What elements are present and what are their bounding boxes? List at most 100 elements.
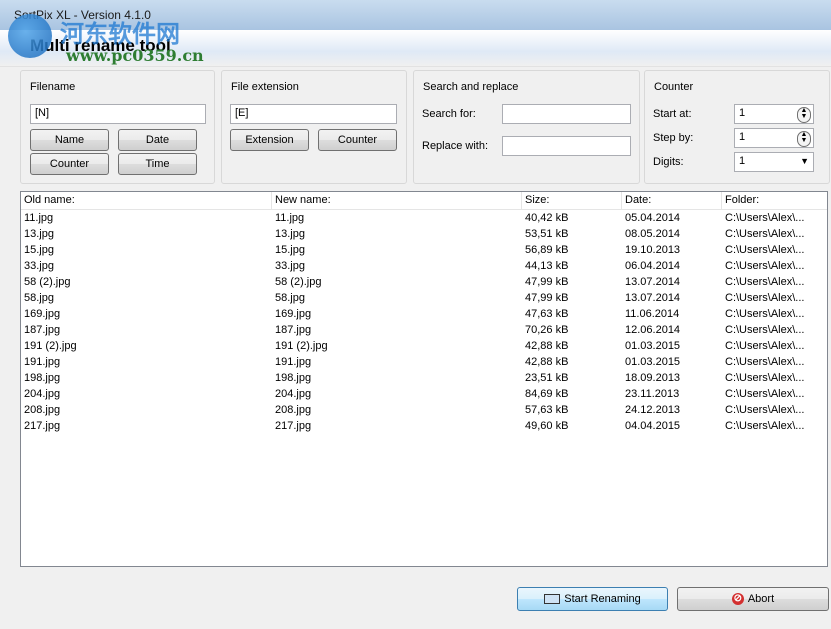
table-row[interactable]: 58.jpg 58.jpg 47,99 kB 13.07.2014 C:\Users\A… bbox=[21, 290, 827, 306]
folder-cell: C:\Users\Alex\... bbox=[725, 276, 805, 288]
new-name-cell: 58 (2).jpg bbox=[275, 276, 322, 288]
table-row[interactable]: 187.jpg 187.jpg 70,26 kB 12.06.2014 C:\Users… bbox=[21, 322, 827, 338]
new-name-cell: 204.jpg bbox=[275, 388, 312, 400]
list-rows: 11.jpg 11.jpg 40,42 kB 05.04.2014 C:\Users\A… bbox=[21, 210, 827, 434]
folder-cell: C:\Users\Alex\... bbox=[725, 212, 805, 224]
table-row[interactable]: 217.jpg 217.jpg 49,60 kB 04.04.2015 C:\Users… bbox=[21, 418, 827, 434]
digits-label: Digits: bbox=[653, 156, 684, 168]
start-renaming-label: Start Renaming bbox=[564, 593, 641, 605]
size-cell: 47,63 kB bbox=[525, 308, 569, 320]
table-row[interactable]: 169.jpg 169.jpg 47,63 kB 11.06.2014 C:\Users… bbox=[21, 306, 827, 322]
new-name-cell: 15.jpg bbox=[275, 244, 305, 256]
new-name-cell: 208.jpg bbox=[275, 404, 312, 416]
table-row[interactable]: 198.jpg 198.jpg 23,51 kB 18.09.2013 C:\Users… bbox=[21, 370, 827, 386]
old-name-cell: 204.jpg bbox=[24, 388, 61, 400]
column-header-new-name[interactable]: New name: bbox=[272, 192, 522, 209]
start-at-spinner[interactable]: 1 ▲ ▼ bbox=[734, 104, 814, 124]
date-cell: 08.05.2014 bbox=[625, 228, 681, 240]
filename-pattern-input[interactable]: [N] bbox=[30, 104, 206, 124]
folder-cell: C:\Users\Alex\... bbox=[725, 228, 805, 240]
date-cell: 01.03.2015 bbox=[625, 356, 681, 368]
date-cell: 24.12.2013 bbox=[625, 404, 681, 416]
search-replace-title: Search and replace bbox=[423, 81, 519, 93]
start-at-label: Start at: bbox=[653, 108, 692, 120]
date-cell: 13.07.2014 bbox=[625, 292, 681, 304]
file-list[interactable]: Old name: New name: Size: Date: Folder: … bbox=[20, 191, 828, 567]
spinner-updown-icon[interactable]: ▲ ▼ bbox=[797, 131, 811, 147]
spinner-updown-icon[interactable]: ▲ ▼ bbox=[797, 107, 811, 123]
filename-group: Filename [N] Name Date Counter Time bbox=[20, 70, 215, 184]
table-row[interactable]: 208.jpg 208.jpg 57,63 kB 24.12.2013 C:\Users… bbox=[21, 402, 827, 418]
column-header-old-name[interactable]: Old name: bbox=[21, 192, 272, 209]
watermark-text: 河东软件网 bbox=[60, 20, 180, 48]
search-for-label: Search for: bbox=[422, 108, 476, 120]
watermark-logo-icon bbox=[8, 14, 52, 58]
name-button[interactable]: Name bbox=[30, 129, 109, 151]
size-cell: 42,88 kB bbox=[525, 340, 569, 352]
size-cell: 23,51 kB bbox=[525, 372, 569, 384]
start-at-value: 1 bbox=[739, 107, 746, 119]
filename-counter-button[interactable]: Counter bbox=[30, 153, 109, 175]
old-name-cell: 191 (2).jpg bbox=[24, 340, 77, 352]
new-name-cell: 198.jpg bbox=[275, 372, 312, 384]
folder-cell: C:\Users\Alex\... bbox=[725, 404, 805, 416]
new-name-cell: 191 (2).jpg bbox=[275, 340, 328, 352]
size-cell: 42,88 kB bbox=[525, 356, 569, 368]
replace-with-input[interactable] bbox=[502, 136, 631, 156]
search-for-input[interactable] bbox=[502, 104, 631, 124]
date-cell: 06.04.2014 bbox=[625, 260, 681, 272]
table-row[interactable]: 15.jpg 15.jpg 56,89 kB 19.10.2013 C:\Users\A… bbox=[21, 242, 827, 258]
step-by-label: Step by: bbox=[653, 132, 694, 144]
date-cell: 01.03.2015 bbox=[625, 340, 681, 352]
date-cell: 13.07.2014 bbox=[625, 276, 681, 288]
abort-button[interactable]: ⊘ Abort bbox=[677, 587, 829, 611]
column-header-folder[interactable]: Folder: bbox=[722, 192, 827, 209]
extension-counter-button[interactable]: Counter bbox=[318, 129, 397, 151]
extension-group-title: File extension bbox=[231, 81, 299, 93]
table-row[interactable]: 191.jpg 191.jpg 42,88 kB 01.03.2015 C:\Users… bbox=[21, 354, 827, 370]
extension-pattern-input[interactable]: [E] bbox=[230, 104, 397, 124]
date-button[interactable]: Date bbox=[118, 129, 197, 151]
folder-cell: C:\Users\Alex\... bbox=[725, 420, 805, 432]
table-row[interactable]: 191 (2).jpg 191 (2).jpg 42,88 kB 01.03.2015… bbox=[21, 338, 827, 354]
start-renaming-button[interactable]: Start Renaming bbox=[517, 587, 668, 611]
extension-button[interactable]: Extension bbox=[230, 129, 309, 151]
old-name-cell: 58.jpg bbox=[24, 292, 54, 304]
digits-select[interactable]: 1 ▼ bbox=[734, 152, 814, 172]
size-cell: 49,60 kB bbox=[525, 420, 569, 432]
table-row[interactable]: 13.jpg 13.jpg 53,51 kB 08.05.2014 C:\Users\A… bbox=[21, 226, 827, 242]
table-row[interactable]: 204.jpg 204.jpg 84,69 kB 23.11.2013 C:\Users… bbox=[21, 386, 827, 402]
size-cell: 56,89 kB bbox=[525, 244, 569, 256]
size-cell: 57,63 kB bbox=[525, 404, 569, 416]
old-name-cell: 15.jpg bbox=[24, 244, 54, 256]
old-name-cell: 33.jpg bbox=[24, 260, 54, 272]
new-name-cell: 191.jpg bbox=[275, 356, 312, 368]
date-cell: 18.09.2013 bbox=[625, 372, 681, 384]
counter-group: Counter Start at: 1 ▲ ▼ Step by: 1 ▲ ▼ Dig… bbox=[644, 70, 830, 184]
folder-cell: C:\Users\Alex\... bbox=[725, 260, 805, 272]
folder-cell: C:\Users\Alex\... bbox=[725, 388, 805, 400]
old-name-cell: 13.jpg bbox=[24, 228, 54, 240]
column-header-size[interactable]: Size: bbox=[522, 192, 622, 209]
date-cell: 05.04.2014 bbox=[625, 212, 681, 224]
old-name-cell: 208.jpg bbox=[24, 404, 61, 416]
new-name-cell: 33.jpg bbox=[275, 260, 305, 272]
size-cell: 84,69 kB bbox=[525, 388, 569, 400]
size-cell: 44,13 kB bbox=[525, 260, 569, 272]
abort-label: Abort bbox=[747, 593, 775, 605]
table-row[interactable]: 58 (2).jpg 58 (2).jpg 47,99 kB 13.07.2014 C:… bbox=[21, 274, 827, 290]
folder-cell: C:\Users\Alex\... bbox=[725, 308, 805, 320]
time-button[interactable]: Time bbox=[118, 153, 197, 175]
new-name-cell: 187.jpg bbox=[275, 324, 312, 336]
old-name-cell: 198.jpg bbox=[24, 372, 61, 384]
new-name-cell: 13.jpg bbox=[275, 228, 305, 240]
folder-cell: C:\Users\Alex\... bbox=[725, 356, 805, 368]
date-cell: 12.06.2014 bbox=[625, 324, 681, 336]
step-by-spinner[interactable]: 1 ▲ ▼ bbox=[734, 128, 814, 148]
table-row[interactable]: 33.jpg 33.jpg 44,13 kB 06.04.2014 C:\Users\A… bbox=[21, 258, 827, 274]
table-row[interactable]: 11.jpg 11.jpg 40,42 kB 05.04.2014 C:\Users\A… bbox=[21, 210, 827, 226]
column-header-date[interactable]: Date: bbox=[622, 192, 722, 209]
folder-cell: C:\Users\Alex\... bbox=[725, 292, 805, 304]
digits-value: 1 bbox=[739, 155, 746, 167]
folder-cell: C:\Users\Alex\... bbox=[725, 324, 805, 336]
